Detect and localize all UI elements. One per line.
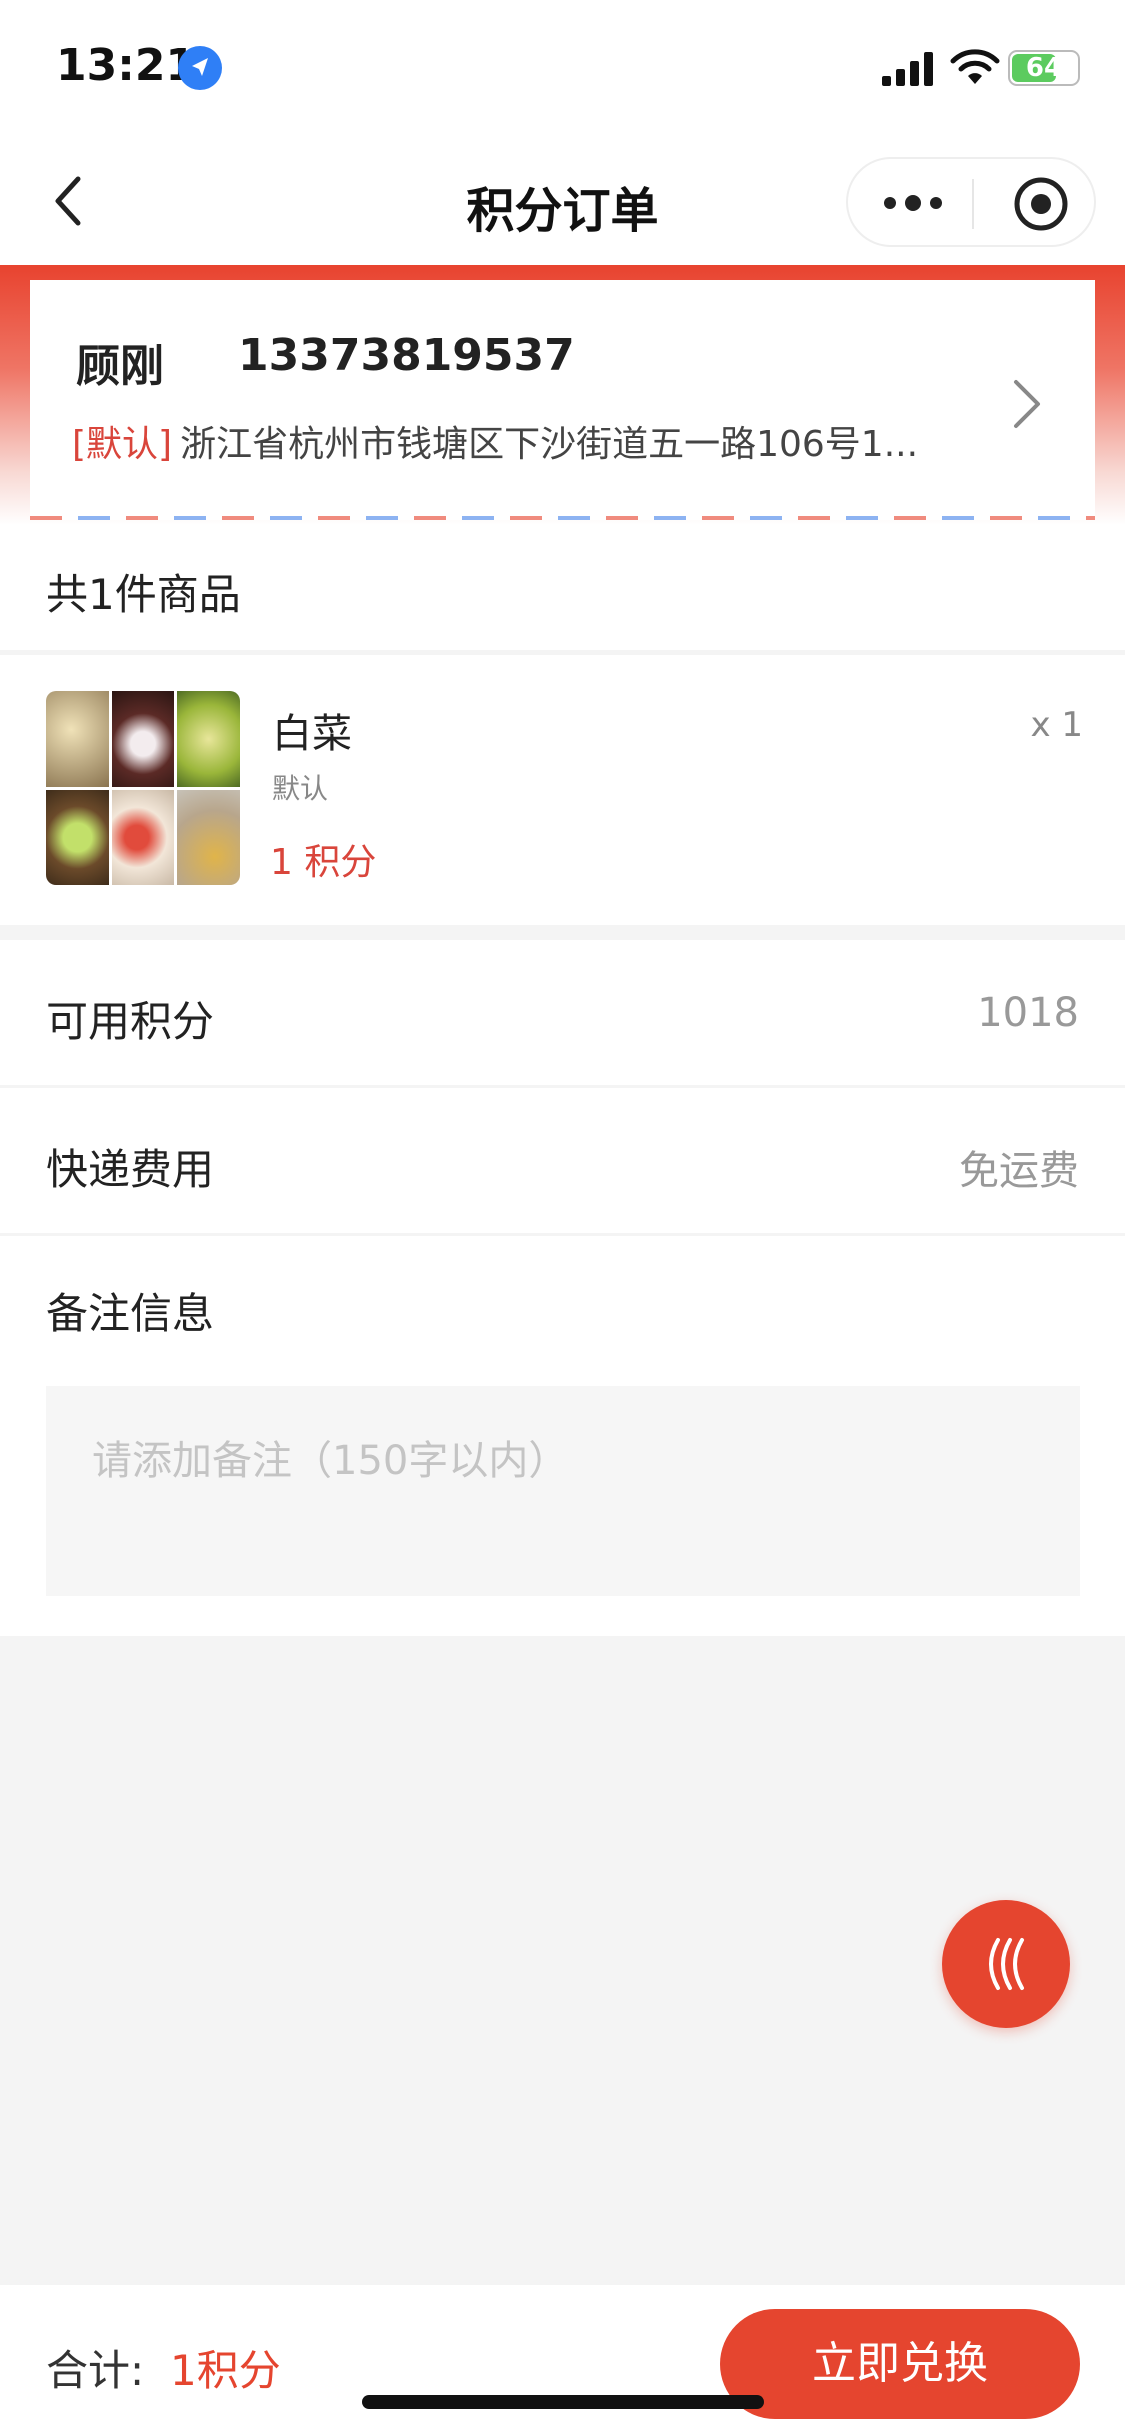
address-text: 浙江省杭州市钱塘区下沙街道五一路106号1... (180, 424, 919, 465)
goods-count: 共1件商品 (46, 570, 241, 619)
total-label: 合计: (46, 2346, 145, 2395)
total-value: 1积分 (170, 2346, 281, 2395)
remark-input[interactable] (46, 1386, 1080, 1596)
more-icon[interactable] (878, 183, 948, 223)
miniprogram-capsule (846, 157, 1096, 247)
available-points-row: 可用积分 1018 (0, 940, 1125, 1085)
location-arrow-icon (178, 46, 222, 90)
battery-level: 64 (1025, 53, 1063, 83)
status-bar: 13:21 64 (0, 0, 1125, 135)
product-item[interactable]: 白菜 默认 1 积分 x 1 (0, 655, 1125, 925)
address-section: 顾刚 13373819537 [默认] 浙江省杭州市钱塘区下沙街道五一路106号1… (0, 265, 1125, 525)
redeem-button[interactable]: 立即兑换 (720, 2309, 1080, 2419)
product-quantity: x 1 (1030, 705, 1083, 745)
back-to-top-button[interactable] (942, 1900, 1070, 2028)
shipping-fee-label: 快递费用 (46, 1145, 215, 1194)
capsule-divider (972, 179, 974, 229)
target-icon[interactable] (1012, 175, 1070, 233)
available-points-label: 可用积分 (46, 997, 215, 1046)
nav-bar: 积分订单 (0, 135, 1125, 265)
status-time: 13:21 (56, 40, 197, 91)
shipping-fee-value: 免运费 (959, 1148, 1079, 1194)
home-indicator (362, 2395, 764, 2409)
available-points-value: 1018 (977, 990, 1079, 1036)
address-line: [默认] 浙江省杭州市钱塘区下沙街道五一路106号1... (72, 415, 1012, 467)
remark-label: 备注信息 (46, 1289, 215, 1338)
back-to-top-icon (989, 1938, 1024, 1990)
remark-section: 备注信息 (0, 1236, 1125, 1636)
envelope-stripe (30, 516, 1095, 520)
recipient-name: 顾刚 (76, 341, 164, 392)
signal-icon (882, 52, 933, 86)
product-image (46, 691, 240, 885)
goods-count-row: 共1件商品 (0, 525, 1125, 650)
address-card[interactable]: 顾刚 13373819537 [默认] 浙江省杭州市钱塘区下沙街道五一路106号1… (30, 280, 1095, 520)
product-name: 白菜 (272, 711, 352, 757)
product-price: 1 积分 (270, 842, 377, 883)
default-tag: [默认] (72, 424, 173, 465)
product-spec: 默认 (272, 772, 329, 805)
wifi-icon (950, 49, 1000, 84)
recipient-phone: 13373819537 (238, 330, 575, 381)
shipping-fee-row: 快递费用 免运费 (0, 1088, 1125, 1233)
bottom-bar: 合计: 1积分 立即兑换 (0, 2285, 1125, 2436)
chevron-right-icon[interactable] (1010, 376, 1044, 432)
battery-icon: 64 (1008, 50, 1080, 86)
